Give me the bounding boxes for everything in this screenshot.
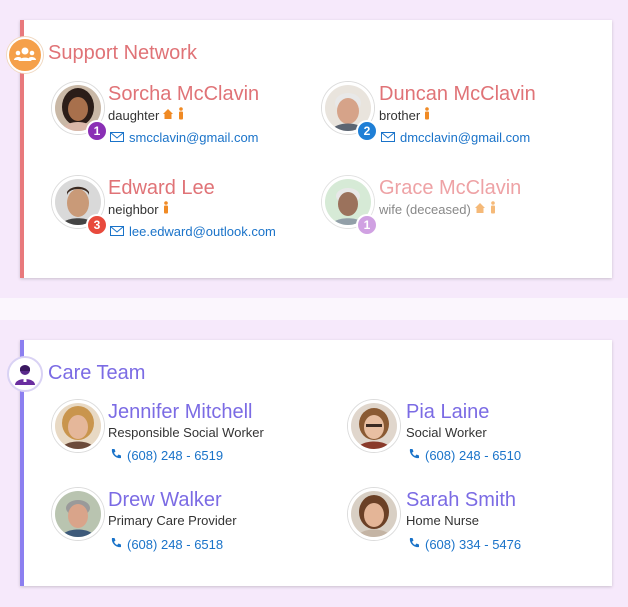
email-text: lee.edward@outlook.com [129, 224, 276, 239]
support-network-panel: Support Network 1 Sorcha McClavin daught… [7, 20, 612, 278]
phone-icon [408, 537, 420, 552]
email-link[interactable]: dmcclavin@gmail.com [381, 130, 530, 145]
person-name[interactable]: Edward Lee [108, 177, 215, 200]
priority-badge: 1 [356, 214, 378, 236]
email-text: dmcclavin@gmail.com [400, 130, 531, 145]
member-name[interactable]: Sarah Smith [406, 489, 516, 512]
priority-badge: 2 [356, 120, 378, 142]
relation-text: wife (deceased) [379, 201, 471, 217]
phone-text: (608) 334 - 5476 [425, 537, 522, 552]
phone-link[interactable]: (608) 248 - 6519 [110, 448, 223, 463]
member-name[interactable]: Pia Laine [406, 401, 489, 424]
home-icon [474, 202, 486, 217]
phone-icon [408, 448, 420, 463]
phone-link[interactable]: (608) 248 - 6510 [408, 448, 521, 463]
email-text: smcclavin@gmail.com [129, 130, 259, 145]
priority-badge: 1 [86, 120, 108, 142]
person-icon [423, 107, 431, 123]
avatar [348, 400, 400, 452]
relation-text: brother [379, 107, 421, 123]
member-role: Social Worker [406, 425, 487, 440]
priority-badge: 3 [86, 214, 108, 236]
mail-icon [110, 130, 124, 145]
phone-icon [110, 537, 122, 552]
email-link[interactable]: lee.edward@outlook.com [110, 224, 276, 239]
member-name[interactable]: Drew Walker [108, 489, 222, 512]
care-team-title: Care Team [48, 362, 146, 384]
care-team-panel: Care Team Jennifer Mitchell Responsible … [7, 340, 612, 586]
home-icon [162, 108, 174, 123]
section-separator [0, 298, 628, 320]
relation-text: neighbor [108, 201, 159, 217]
person-name[interactable]: Sorcha McClavin [108, 83, 259, 106]
relation-label: daughter [108, 107, 185, 123]
relation-label: brother [379, 107, 431, 123]
person-name[interactable]: Duncan McClavin [379, 83, 536, 106]
phone-icon [110, 448, 122, 463]
relation-label: neighbor [108, 201, 170, 217]
phone-text: (608) 248 - 6519 [127, 448, 224, 463]
member-role: Primary Care Provider [108, 513, 237, 528]
phone-link[interactable]: (608) 248 - 6518 [110, 537, 223, 552]
avatar [348, 488, 400, 540]
person-name[interactable]: Grace McClavin [379, 177, 521, 200]
support-network-title: Support Network [48, 42, 197, 64]
phone-text: (608) 248 - 6518 [127, 537, 224, 552]
phone-link[interactable]: (608) 334 - 5476 [408, 537, 521, 552]
person-icon [177, 107, 185, 123]
avatar [52, 400, 104, 452]
avatar [52, 488, 104, 540]
mail-icon [110, 224, 124, 239]
person-icon [489, 201, 497, 217]
relation-text: daughter [108, 107, 160, 123]
relation-label: wife (deceased) [379, 201, 497, 217]
care-team-icon [7, 356, 43, 392]
phone-text: (608) 248 - 6510 [425, 448, 522, 463]
mail-icon [381, 130, 395, 145]
person-icon [162, 201, 170, 217]
email-link[interactable]: smcclavin@gmail.com [110, 130, 259, 145]
support-network-icon [7, 37, 43, 73]
member-role: Home Nurse [406, 513, 479, 528]
member-name[interactable]: Jennifer Mitchell [108, 401, 253, 424]
member-role: Responsible Social Worker [108, 425, 264, 440]
